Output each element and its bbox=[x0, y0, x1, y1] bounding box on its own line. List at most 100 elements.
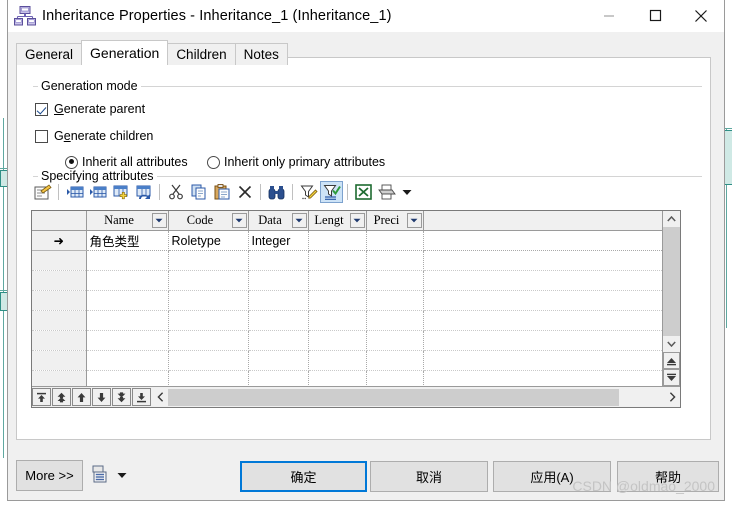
cell-length[interactable] bbox=[308, 350, 367, 371]
cell-name[interactable] bbox=[86, 250, 169, 271]
cell-code[interactable] bbox=[168, 290, 249, 311]
generate-parent-checkbox[interactable]: Generate parent bbox=[35, 102, 145, 116]
cell-name[interactable] bbox=[86, 370, 169, 386]
grid-body[interactable]: Name Code Data Lengt Preci ➜ 角色类型 Rolety… bbox=[32, 211, 662, 386]
maximize-button[interactable] bbox=[632, 0, 678, 31]
tab-children[interactable]: Children bbox=[167, 43, 236, 65]
scroll-left-button[interactable] bbox=[152, 388, 168, 406]
new-row-plus-icon[interactable] bbox=[109, 181, 132, 203]
cell-code[interactable] bbox=[168, 270, 249, 291]
cell-length[interactable] bbox=[308, 370, 367, 386]
move-down-many-button[interactable] bbox=[112, 388, 131, 406]
inherit-all-attributes-radio[interactable]: Inherit all attributes bbox=[65, 155, 188, 169]
chevron-down-icon[interactable] bbox=[231, 213, 247, 228]
move-up-button[interactable] bbox=[72, 388, 91, 406]
cell-data[interactable] bbox=[248, 330, 309, 351]
cell-precision[interactable] bbox=[366, 350, 424, 371]
chevron-down-icon[interactable] bbox=[291, 213, 307, 228]
table-row[interactable]: ➜ 角色类型 Roletype Integer bbox=[32, 230, 662, 251]
horizontal-scrollbar[interactable] bbox=[152, 388, 680, 406]
cell-name[interactable] bbox=[86, 290, 169, 311]
cell-name[interactable] bbox=[86, 270, 169, 291]
scroll-down-button[interactable] bbox=[663, 336, 680, 352]
more-button[interactable]: More >> bbox=[16, 460, 83, 491]
column-header-indicator[interactable] bbox=[32, 211, 87, 231]
cell-code[interactable] bbox=[168, 310, 249, 331]
column-header-precision[interactable]: Preci bbox=[366, 211, 424, 231]
cell-code[interactable] bbox=[168, 250, 249, 271]
table-row[interactable] bbox=[32, 370, 662, 386]
printer-icon[interactable] bbox=[375, 181, 398, 203]
generate-children-checkbox[interactable]: Generate children bbox=[35, 129, 153, 143]
move-to-bottom-button[interactable] bbox=[132, 388, 151, 406]
cell-data[interactable] bbox=[248, 250, 309, 271]
ok-button[interactable]: 确定 bbox=[240, 461, 367, 492]
column-header-data[interactable]: Data bbox=[248, 211, 309, 231]
inherit-only-primary-radio[interactable]: Inherit only primary attributes bbox=[207, 155, 385, 169]
vertical-scrollbar[interactable] bbox=[662, 211, 680, 386]
table-row[interactable] bbox=[32, 270, 662, 291]
cell-data[interactable]: Integer bbox=[248, 230, 309, 251]
chevron-down-icon[interactable] bbox=[406, 213, 422, 228]
horizontal-scroll-track[interactable] bbox=[168, 388, 664, 406]
cell-data[interactable] bbox=[248, 270, 309, 291]
cell-name[interactable]: 角色类型 bbox=[86, 230, 169, 251]
scroll-right-button[interactable] bbox=[664, 388, 680, 406]
replace-row-icon[interactable] bbox=[132, 181, 155, 203]
funnel-check-icon[interactable] bbox=[320, 181, 343, 203]
properties-icon[interactable] bbox=[31, 181, 54, 203]
table-row[interactable] bbox=[32, 290, 662, 311]
insert-row-icon[interactable] bbox=[63, 181, 86, 203]
toolbar-overflow-caret-icon[interactable] bbox=[398, 181, 416, 203]
cell-precision[interactable] bbox=[366, 250, 424, 271]
cell-data[interactable] bbox=[248, 350, 309, 371]
copy-icon[interactable] bbox=[187, 181, 210, 203]
funnel-pencil-icon[interactable] bbox=[297, 181, 320, 203]
column-header-length[interactable]: Lengt bbox=[308, 211, 367, 231]
cell-length[interactable] bbox=[308, 230, 367, 251]
cell-precision[interactable] bbox=[366, 290, 424, 311]
chevron-down-icon[interactable] bbox=[349, 213, 365, 228]
binoculars-icon[interactable] bbox=[265, 181, 288, 203]
cell-length[interactable] bbox=[308, 330, 367, 351]
cell-code[interactable] bbox=[168, 370, 249, 386]
caret-down-icon[interactable] bbox=[117, 472, 127, 479]
cell-length[interactable] bbox=[308, 290, 367, 311]
table-row[interactable] bbox=[32, 310, 662, 331]
cell-code[interactable] bbox=[168, 350, 249, 371]
minimize-button[interactable] bbox=[586, 0, 632, 31]
cell-name[interactable] bbox=[86, 350, 169, 371]
cell-data[interactable] bbox=[248, 310, 309, 331]
scroll-up-button[interactable] bbox=[663, 211, 680, 227]
tab-notes[interactable]: Notes bbox=[234, 43, 288, 65]
tab-general[interactable]: General bbox=[16, 43, 83, 65]
cell-precision[interactable] bbox=[366, 270, 424, 291]
column-header-name[interactable]: Name bbox=[86, 211, 169, 231]
move-down-button[interactable] bbox=[92, 388, 111, 406]
cell-length[interactable] bbox=[308, 250, 367, 271]
cell-data[interactable] bbox=[248, 370, 309, 386]
close-button[interactable] bbox=[678, 0, 724, 31]
tab-generation[interactable]: Generation bbox=[81, 40, 169, 65]
column-header-code[interactable]: Code bbox=[168, 211, 249, 231]
horizontal-scroll-thumb[interactable] bbox=[168, 388, 620, 406]
chevron-down-icon[interactable] bbox=[151, 213, 167, 228]
vertical-scroll-track[interactable] bbox=[663, 227, 680, 336]
table-row[interactable] bbox=[32, 330, 662, 351]
cell-length[interactable] bbox=[308, 310, 367, 331]
vertical-scroll-thumb[interactable] bbox=[663, 227, 680, 336]
cell-precision[interactable] bbox=[366, 310, 424, 331]
cell-data[interactable] bbox=[248, 290, 309, 311]
paste-icon[interactable] bbox=[210, 181, 233, 203]
cell-name[interactable] bbox=[86, 310, 169, 331]
move-to-top-button[interactable] bbox=[32, 388, 51, 406]
table-row[interactable] bbox=[32, 350, 662, 371]
page-up-button[interactable] bbox=[663, 352, 680, 369]
cut-icon[interactable] bbox=[164, 181, 187, 203]
move-up-many-button[interactable] bbox=[52, 388, 71, 406]
table-row[interactable] bbox=[32, 250, 662, 271]
excel-export-icon[interactable] bbox=[352, 181, 375, 203]
cell-code[interactable] bbox=[168, 330, 249, 351]
cell-name[interactable] bbox=[86, 330, 169, 351]
page-down-button[interactable] bbox=[663, 369, 680, 386]
